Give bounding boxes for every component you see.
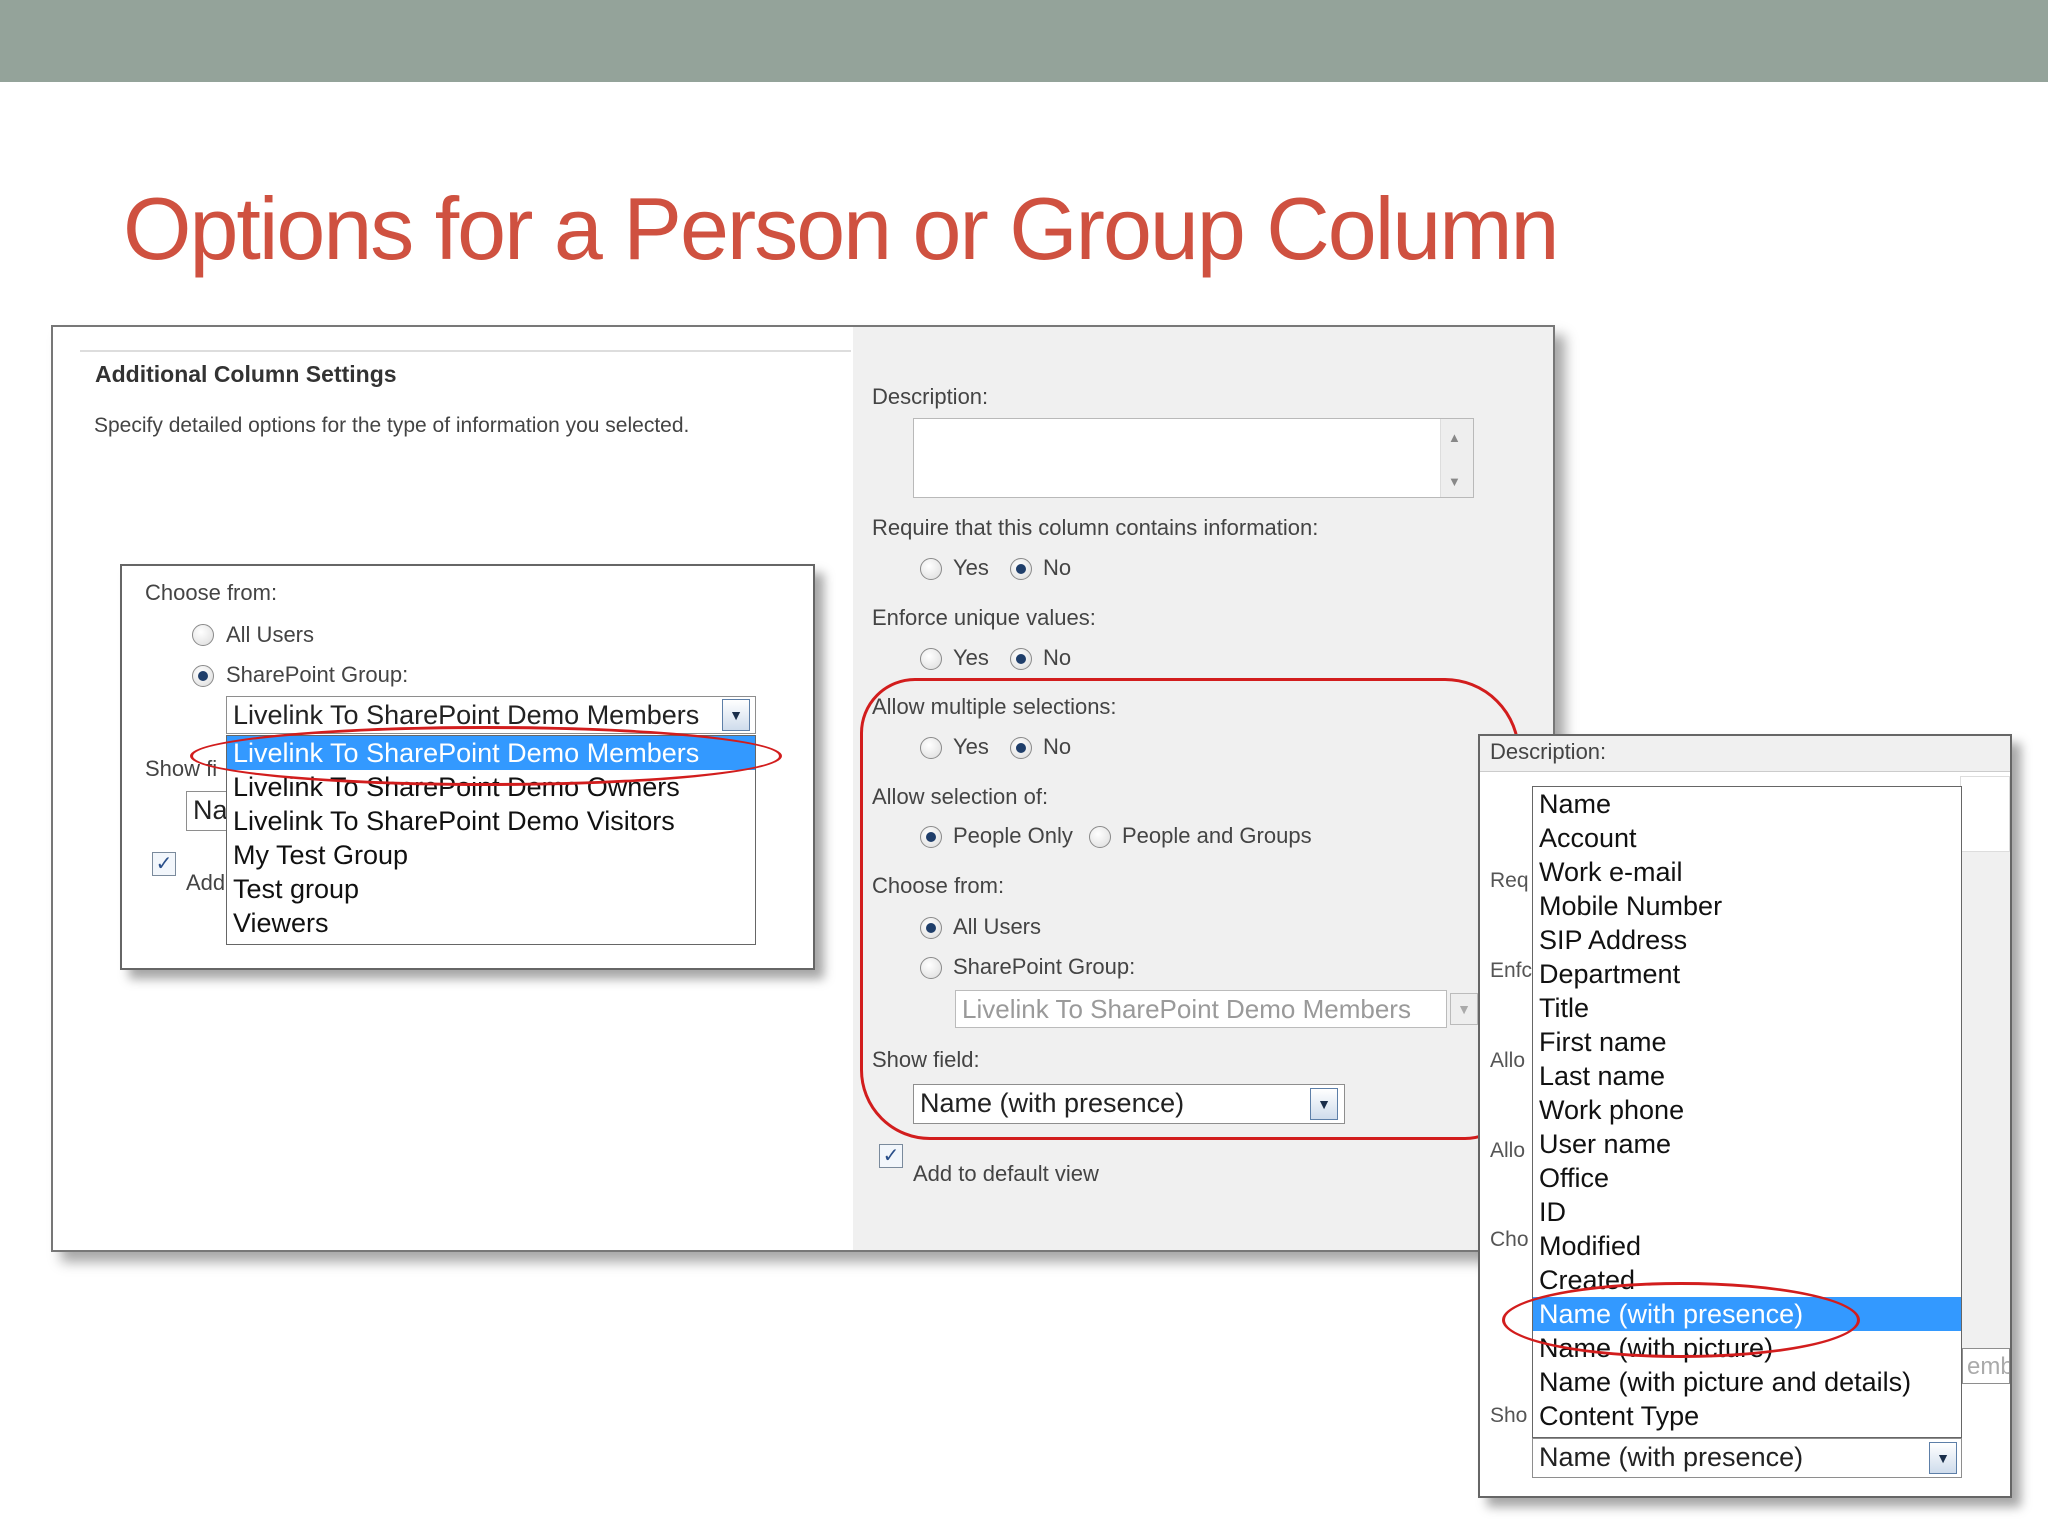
list-item[interactable]: Modified (1533, 1229, 1961, 1263)
unique-yes-radio[interactable] (920, 648, 942, 670)
list-item[interactable]: Name (with picture and details) (1533, 1365, 1961, 1399)
required-yes-radio[interactable] (920, 558, 942, 580)
list-item[interactable]: Office (1533, 1161, 1961, 1195)
list-item[interactable]: Work phone (1533, 1093, 1961, 1127)
add-default-label: Add to default view (913, 1161, 1099, 1186)
description-label: Description: (872, 384, 989, 409)
header-band (0, 0, 2048, 82)
popup-partial-label: Enfc (1490, 959, 1533, 982)
chevron-down-icon[interactable]: ▼ (722, 699, 750, 731)
required-no-label: No (1043, 555, 1072, 580)
list-item[interactable]: Viewers (227, 906, 755, 940)
popup-show-field-select-partial[interactable]: Na (186, 791, 230, 831)
list-item[interactable]: Work e-mail (1533, 855, 1961, 889)
section-divider (80, 350, 851, 352)
list-item[interactable]: Name (1533, 787, 1961, 821)
required-yes-label: Yes (953, 555, 989, 580)
list-item[interactable]: Title (1533, 991, 1961, 1025)
popup-choose-from-label: Choose from: (145, 580, 278, 605)
annotation-circle (1502, 1282, 1860, 1358)
annotation-circle (190, 726, 782, 786)
scroll-up-icon[interactable]: ▲ (1448, 430, 1461, 445)
popup-all-users-radio[interactable] (192, 624, 214, 646)
slide-title: Options for a Person or Group Column (123, 179, 1559, 278)
list-item[interactable]: Mobile Number (1533, 889, 1961, 923)
list-item[interactable]: My Test Group (227, 838, 755, 872)
popup-description-label: Description: (1490, 739, 1607, 764)
show-field-dropdown[interactable]: Name (with presence) (1532, 1438, 1962, 1478)
list-item[interactable]: ID (1533, 1195, 1961, 1229)
popup-gray-area (1960, 852, 2010, 1352)
list-item[interactable]: Content Type (1533, 1399, 1961, 1433)
add-default-checkbox[interactable]: ✓ (879, 1144, 903, 1168)
popup-add-default-checkbox[interactable]: ✓ (152, 852, 176, 876)
popup-group-select-partial[interactable]: emb (1962, 1348, 2010, 1384)
list-item[interactable]: User name (1533, 1127, 1961, 1161)
popup-partial-label: Allo (1490, 1139, 1526, 1162)
required-label: Require that this column contains inform… (872, 515, 1319, 540)
popup-partial-label: Allo (1490, 1049, 1526, 1072)
popup-textarea-partial[interactable] (1960, 776, 2010, 852)
list-item[interactable]: Account (1533, 821, 1961, 855)
popup-partial-label: Sho (1490, 1404, 1528, 1427)
popup-all-users-label: All Users (226, 622, 315, 647)
list-item[interactable]: Department (1533, 957, 1961, 991)
list-item[interactable]: Last name (1533, 1059, 1961, 1093)
list-item[interactable]: Test group (227, 872, 755, 906)
unique-label: Enforce unique values: (872, 605, 1096, 630)
scroll-down-icon[interactable]: ▼ (1448, 474, 1461, 489)
section-title: Additional Column Settings (95, 361, 397, 387)
list-item[interactable]: SIP Address (1533, 923, 1961, 957)
popup-sharepoint-group-label: SharePoint Group: (226, 662, 409, 687)
unique-yes-label: Yes (953, 645, 989, 670)
list-item[interactable]: First name (1533, 1025, 1961, 1059)
unique-no-radio[interactable] (1010, 648, 1032, 670)
annotation-circle (860, 678, 1520, 1140)
popup-partial-label: Req (1490, 869, 1529, 892)
unique-no-label: No (1043, 645, 1072, 670)
list-item[interactable]: Livelink To SharePoint Demo Visitors (227, 804, 755, 838)
popup-partial-label: Cho (1490, 1228, 1529, 1251)
chevron-down-icon[interactable]: ▼ (1929, 1442, 1957, 1474)
section-subtitle: Specify detailed options for the type of… (94, 414, 690, 437)
required-no-radio[interactable] (1010, 558, 1032, 580)
description-textarea[interactable] (913, 418, 1474, 498)
popup-add-default-partial: Add (186, 870, 226, 895)
popup-sharepoint-group-radio[interactable] (192, 665, 214, 687)
